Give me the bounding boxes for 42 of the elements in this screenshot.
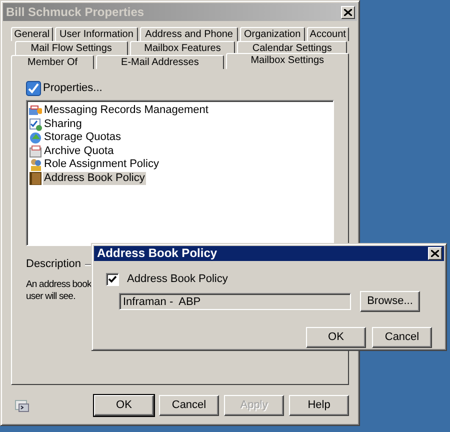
description-text: An address book xyxy=(26,279,92,291)
dialog-button[interactable]: Cancel xyxy=(372,327,432,348)
close-icon xyxy=(344,8,352,16)
checkbox-label: Address Book Policy xyxy=(127,272,228,286)
checkmark-icon xyxy=(26,81,41,96)
sharing-icon xyxy=(29,118,42,131)
dialog-button[interactable]: Help xyxy=(289,395,349,416)
close-button[interactable] xyxy=(428,246,442,260)
close-icon xyxy=(431,250,439,257)
dialog-button[interactable]: OK xyxy=(94,395,154,416)
quota-icon xyxy=(29,131,42,144)
dialog-title: Address Book Policy xyxy=(97,246,218,261)
tab[interactable]: User Information xyxy=(54,27,138,41)
close-button[interactable] xyxy=(341,6,355,18)
list-item[interactable]: Archive Quota xyxy=(43,144,115,158)
window-title: Bill Schmuck Properties xyxy=(6,4,144,20)
users-icon xyxy=(29,158,42,172)
tab[interactable]: Account xyxy=(306,27,349,41)
list-item[interactable]: Messaging Records Management xyxy=(43,104,210,118)
properties-button[interactable]: Properties... xyxy=(26,81,102,96)
list-item[interactable]: Address Book Policy xyxy=(43,172,146,185)
policy-checkbox[interactable] xyxy=(106,272,119,286)
list-item[interactable]: Sharing xyxy=(43,118,83,131)
records-icon xyxy=(29,104,42,118)
book-icon xyxy=(29,172,42,185)
archive-icon xyxy=(29,144,42,158)
tab[interactable]: Address and Phone xyxy=(140,27,238,41)
dialog-button[interactable]: Cancel xyxy=(159,395,219,416)
list-item[interactable]: Storage Quotas xyxy=(43,131,122,144)
tab[interactable]: Mail Flow Settings xyxy=(15,41,128,55)
tab[interactable]: Organization xyxy=(240,27,305,41)
tab[interactable]: Member Of xyxy=(11,55,94,69)
dialog-button[interactable]: OK xyxy=(306,327,366,348)
list-item[interactable]: Role Assignment Policy xyxy=(43,158,160,172)
description-label: Description xyxy=(26,258,82,272)
browse-button[interactable]: Browse... xyxy=(360,291,420,312)
tab[interactable]: E-Mail Addresses xyxy=(96,55,224,69)
policy-field[interactable]: Inframan - ABP xyxy=(119,293,351,310)
description-text: user will see. xyxy=(26,290,76,302)
tab[interactable]: Mailbox Settings xyxy=(226,53,349,69)
console-icon[interactable] xyxy=(15,400,29,412)
tab[interactable]: Mailbox Features xyxy=(130,41,236,55)
